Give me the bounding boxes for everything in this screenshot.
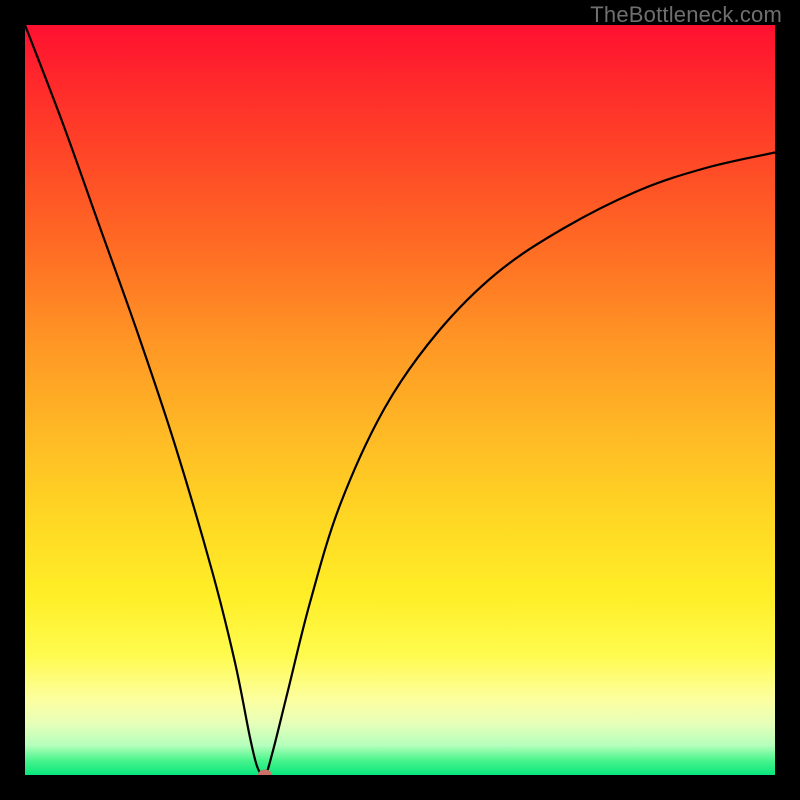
bottleneck-curve <box>25 25 775 775</box>
chart-frame: TheBottleneck.com <box>0 0 800 800</box>
optimal-point-marker <box>258 770 272 776</box>
plot-area <box>25 25 775 775</box>
watermark-text: TheBottleneck.com <box>590 2 782 28</box>
